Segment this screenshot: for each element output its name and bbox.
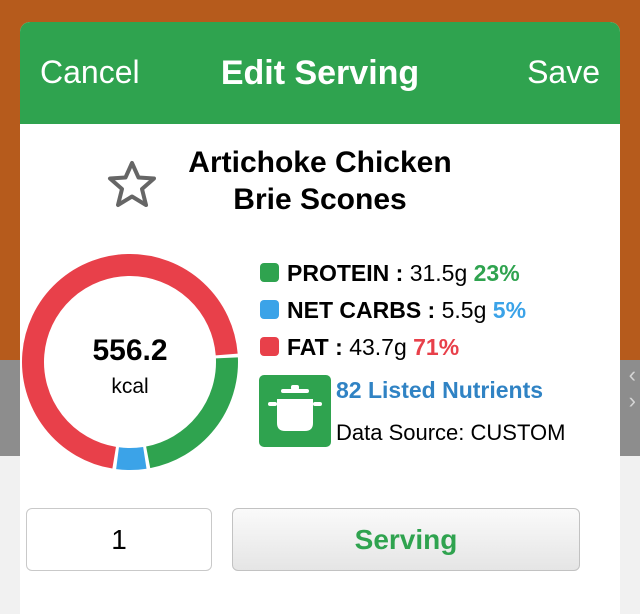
- modal-header: Cancel Edit Serving Save: [20, 22, 620, 124]
- fat-label: FAT: [287, 334, 329, 360]
- fat-amount: 43.7g: [349, 334, 407, 360]
- favorite-star-icon[interactable]: [106, 160, 158, 208]
- edit-serving-modal: Cancel Edit Serving Save Artichoke Chick…: [20, 22, 620, 614]
- protein-sep: :: [389, 260, 410, 286]
- protein-label: PROTEIN: [287, 260, 390, 286]
- net-carbs-percent: 5%: [492, 297, 527, 323]
- fat-sep: :: [328, 334, 350, 360]
- calorie-unit: kcal: [111, 375, 149, 398]
- data-source-text: Data Source: CUSTOM: [336, 420, 566, 445]
- macro-donut-chart: [22, 254, 238, 470]
- net-carbs-label: NET CARBS: [287, 297, 422, 323]
- fat-percent: 71%: [413, 334, 460, 360]
- chevron-left-icon: ‹: [628, 362, 636, 387]
- macro-row-fat: FAT : 43.7g 71%: [260, 334, 459, 362]
- food-title-line1: Artichoke Chicken: [188, 146, 452, 179]
- fat-swatch: [260, 337, 279, 356]
- net-carbs-swatch: [260, 300, 279, 319]
- macro-row-protein: PROTEIN : 31.5g 23%: [260, 260, 520, 288]
- protein-percent: 23%: [473, 260, 520, 286]
- nutrients-button[interactable]: [259, 375, 331, 447]
- listed-nutrients-link[interactable]: 82 Listed Nutrients: [336, 377, 543, 404]
- protein-amount: 31.5g: [409, 260, 468, 286]
- net-carbs-amount: 5.5g: [441, 297, 487, 323]
- pot-icon: [268, 385, 322, 431]
- save-button[interactable]: Save: [527, 54, 600, 91]
- serving-quantity-input[interactable]: 1: [26, 508, 212, 571]
- calorie-value: 556.2: [92, 334, 168, 367]
- chevron-right-icon: ›: [628, 388, 636, 413]
- food-title: Artichoke Chicken Brie Scones: [165, 144, 475, 218]
- net-carbs-sep: :: [421, 297, 442, 323]
- donut-segment-protein: [145, 357, 238, 469]
- donut-segment-net-carbs: [116, 446, 147, 470]
- protein-swatch: [260, 263, 279, 282]
- macro-row-net-carbs: NET CARBS : 5.5g 5%: [260, 297, 526, 325]
- serving-unit-button[interactable]: Serving: [232, 508, 580, 571]
- food-title-line2: Brie Scones: [233, 183, 407, 216]
